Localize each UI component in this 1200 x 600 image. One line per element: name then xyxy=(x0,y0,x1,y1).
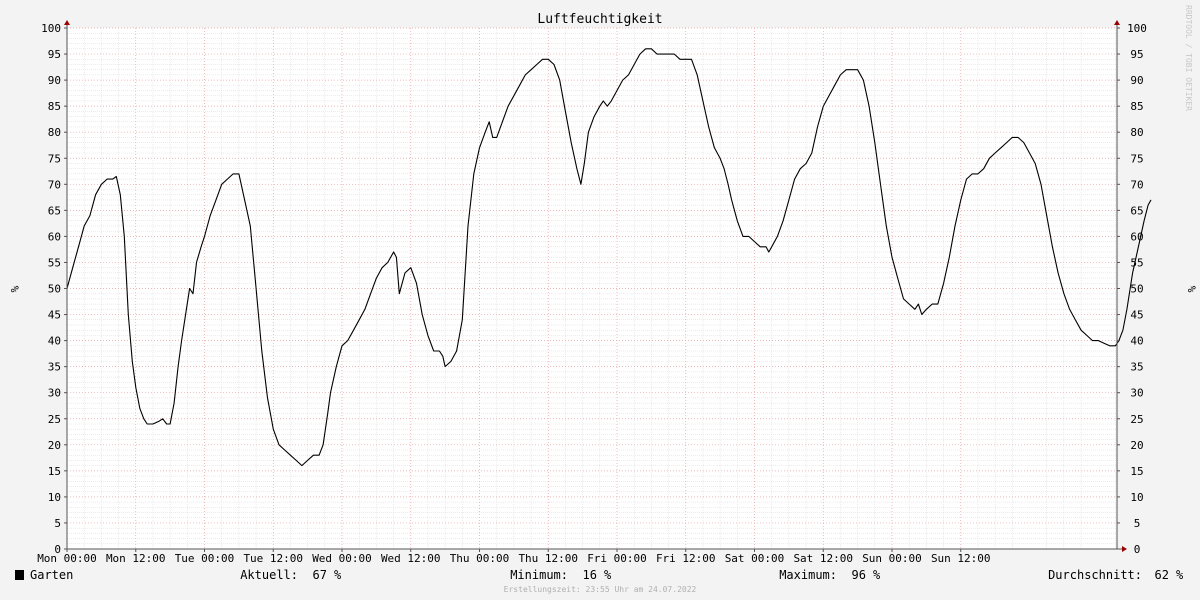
y-tick-label-right: 60 xyxy=(1130,230,1143,243)
stat-durchschnitt-value: 62 xyxy=(1155,568,1169,582)
stat-maximum-unit: % xyxy=(873,568,881,582)
stat-aktuell-value: 67 xyxy=(313,568,327,582)
x-tick-label: Fri 00:00 xyxy=(587,552,647,565)
watermark: RRDTOOL / TOBI OETIKER xyxy=(1184,5,1193,111)
y-tick-label-right: 90 xyxy=(1130,74,1143,87)
y-tick-label-right: 10 xyxy=(1130,491,1143,504)
y-axis-label-right: % xyxy=(1185,286,1198,293)
x-tick-label: Thu 00:00 xyxy=(450,552,510,565)
y-tick-label-left: 40 xyxy=(48,335,61,348)
x-tick-label: Wed 00:00 xyxy=(312,552,372,565)
y-tick-label-right: 100 xyxy=(1127,22,1147,35)
stat-maximum-value: 96 xyxy=(852,568,866,582)
y-tick-label-left: 30 xyxy=(48,387,61,400)
y-tick-label-right: 0 xyxy=(1134,543,1141,556)
y-tick-label-left: 60 xyxy=(48,230,61,243)
stat-maximum-label: Maximum: xyxy=(779,568,837,582)
x-tick-label: Fri 12:00 xyxy=(656,552,716,565)
y-tick-label-right: 55 xyxy=(1130,256,1143,269)
y-tick-label-left: 45 xyxy=(48,309,61,322)
y-tick-label-left: 100 xyxy=(41,22,61,35)
y-tick-label-left: 70 xyxy=(48,178,61,191)
y-tick-label-right: 5 xyxy=(1134,517,1141,530)
x-tick-label: Sun 12:00 xyxy=(931,552,991,565)
y-tick-label-right: 50 xyxy=(1130,283,1143,296)
y-tick-label-right: 45 xyxy=(1130,309,1143,322)
y-tick-label-right: 95 xyxy=(1130,48,1143,61)
y-tick-label-left: 95 xyxy=(48,48,61,61)
y-tick-label-left: 10 xyxy=(48,491,61,504)
stat-durchschnitt-label: Durchschnitt: xyxy=(1048,568,1142,582)
x-tick-label: Sat 00:00 xyxy=(725,552,785,565)
x-tick-label: Tue 00:00 xyxy=(175,552,235,565)
stat-durchschnitt-unit: % xyxy=(1176,568,1184,582)
y-tick-label-right: 25 xyxy=(1130,413,1143,426)
y-tick-label-left: 90 xyxy=(48,74,61,87)
y-tick-label-right: 85 xyxy=(1130,100,1143,113)
y-tick-label-left: 65 xyxy=(48,204,61,217)
y-tick-label-right: 70 xyxy=(1130,178,1143,191)
y-tick-label-right: 65 xyxy=(1130,204,1143,217)
legend-series-name: Garten xyxy=(30,568,73,582)
y-tick-label-left: 5 xyxy=(54,517,61,530)
y-tick-label-left: 85 xyxy=(48,100,61,113)
chart-title: Luftfeuchtigkeit xyxy=(537,12,662,27)
y-tick-label-right: 30 xyxy=(1130,387,1143,400)
x-tick-label: Mon 00:00 xyxy=(37,552,97,565)
y-tick-label-right: 75 xyxy=(1130,152,1143,165)
x-tick-label: Tue 12:00 xyxy=(243,552,303,565)
y-tick-label-right: 15 xyxy=(1130,465,1143,478)
y-tick-label-left: 20 xyxy=(48,439,61,452)
footer-timestamp: Erstellungszeit: 23:55 Uhr am 24.07.2022 xyxy=(504,585,697,594)
y-tick-label-left: 80 xyxy=(48,126,61,139)
y-axis-label-left: % xyxy=(8,286,21,293)
x-tick-label: Mon 12:00 xyxy=(106,552,166,565)
stat-aktuell-label: Aktuell: xyxy=(240,568,298,582)
x-tick-label: Wed 12:00 xyxy=(381,552,441,565)
y-tick-label-right: 80 xyxy=(1130,126,1143,139)
x-tick-label: Thu 12:00 xyxy=(518,552,578,565)
y-tick-label-right: 35 xyxy=(1130,361,1143,374)
y-tick-label-left: 75 xyxy=(48,152,61,165)
stat-minimum-label: Minimum: xyxy=(510,568,568,582)
stat-aktuell-unit: % xyxy=(334,568,342,582)
legend-swatch-garten xyxy=(15,570,24,580)
y-tick-label-left: 15 xyxy=(48,465,61,478)
y-tick-label-left: 25 xyxy=(48,413,61,426)
chart: 0 05 510 1015 1520 2025 2530 3035 3540 4045 4550 50… xyxy=(0,0,1200,600)
x-tick-label: Sun 00:00 xyxy=(862,552,922,565)
stat-minimum-unit: % xyxy=(604,568,612,582)
x-tick-label: Sat 12:00 xyxy=(793,552,853,565)
y-tick-label-left: 50 xyxy=(48,283,61,296)
stat-minimum-value: 16 xyxy=(583,568,597,582)
y-tick-label-right: 20 xyxy=(1130,439,1143,452)
y-tick-label-left: 55 xyxy=(48,256,61,269)
y-tick-label-left: 35 xyxy=(48,361,61,374)
y-tick-label-right: 40 xyxy=(1130,335,1143,348)
